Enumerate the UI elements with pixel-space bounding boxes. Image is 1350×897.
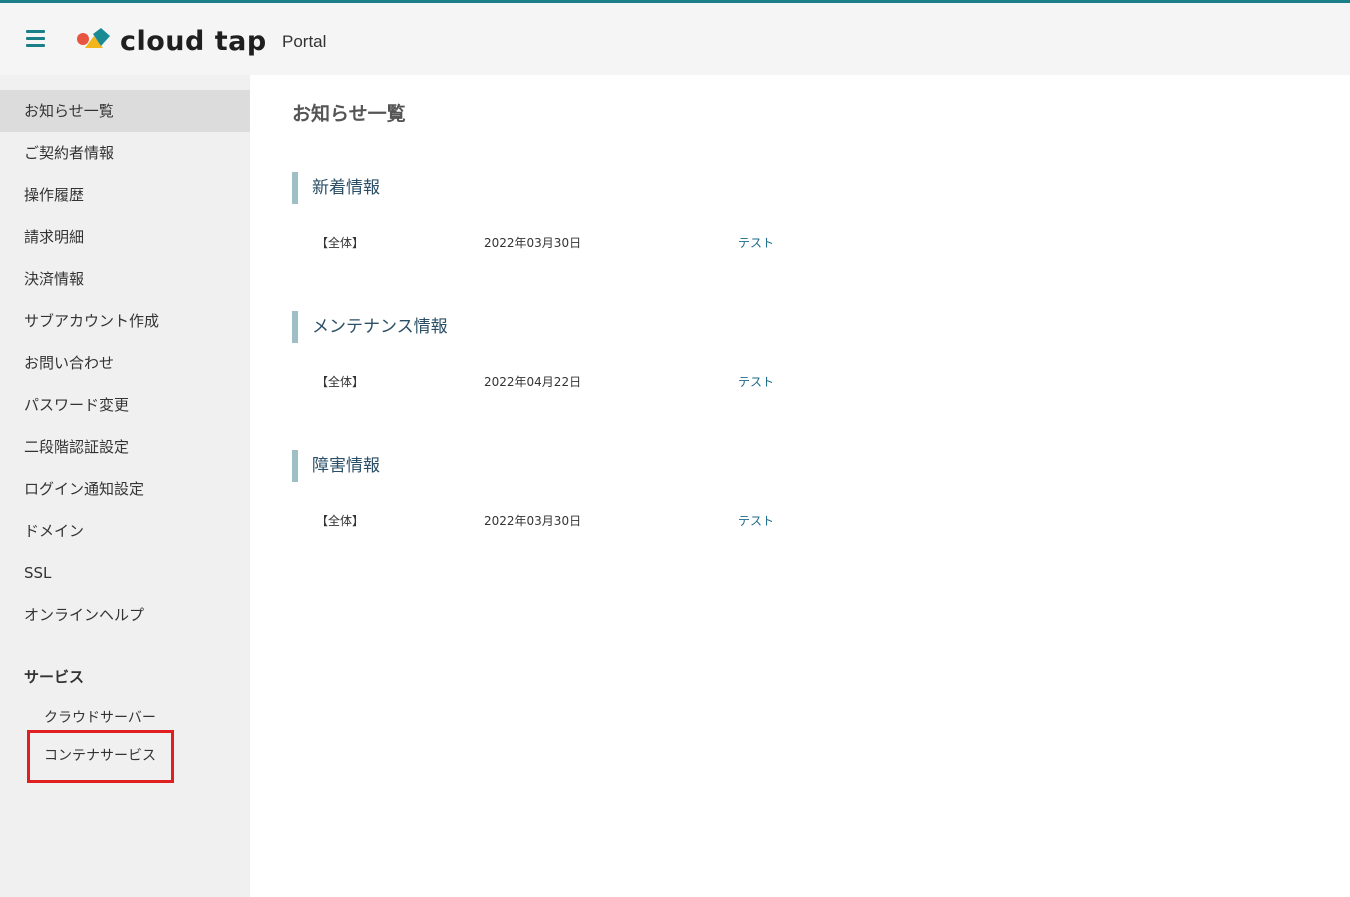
news-section-incidents: 障害情報 【全体】 2022年03月30日 テスト — [292, 450, 992, 532]
section-heading: メンテナンス情報 — [292, 311, 992, 343]
news-category: 【全体】 — [316, 375, 365, 389]
news-row: 【全体】 2022年03月30日 テスト — [292, 512, 992, 532]
news-link[interactable]: テスト — [738, 512, 774, 529]
news-date: 2022年03月30日 — [484, 236, 582, 250]
hamburger-menu-icon[interactable] — [26, 30, 46, 48]
news-category: 【全体】 — [316, 236, 365, 250]
sidebar-item-contact[interactable]: お問い合わせ — [0, 342, 250, 384]
page-title: お知らせ一覧 — [292, 103, 406, 125]
app-header: cloud tap Portal — [0, 3, 1350, 75]
section-heading: 障害情報 — [292, 450, 992, 482]
news-section-new: 新着情報 【全体】 2022年03月30日 テスト — [292, 172, 992, 254]
sidebar-item-billing[interactable]: 請求明細 — [0, 216, 250, 258]
news-date: 2022年04月22日 — [484, 375, 582, 389]
sidebar-item-ssl[interactable]: SSL — [0, 552, 250, 594]
main-content: お知らせ一覧 新着情報 【全体】 2022年03月30日 テスト メンテナンス情… — [250, 75, 1350, 897]
news-category: 【全体】 — [316, 514, 365, 528]
sidebar-item-online-help[interactable]: オンラインヘルプ — [0, 594, 250, 636]
logo[interactable]: cloud tap — [76, 23, 267, 59]
sidebar: お知らせ一覧 ご契約者情報 操作履歴 請求明細 決済情報 サブアカウント作成 お… — [0, 75, 250, 897]
news-date: 2022年03月30日 — [484, 514, 582, 528]
section-heading: 新着情報 — [292, 172, 992, 204]
highlight-box — [27, 730, 174, 783]
sidebar-item-domain[interactable]: ドメイン — [0, 510, 250, 552]
sidebar-item-operation-history[interactable]: 操作履歴 — [0, 174, 250, 216]
sidebar-item-two-factor[interactable]: 二段階認証設定 — [0, 426, 250, 468]
news-link[interactable]: テスト — [738, 234, 774, 251]
services-heading: サービス — [24, 668, 85, 686]
news-row: 【全体】 2022年04月22日 テスト — [292, 373, 992, 393]
sidebar-item-subaccount[interactable]: サブアカウント作成 — [0, 300, 250, 342]
sidebar-item-contract-info[interactable]: ご契約者情報 — [0, 132, 250, 174]
sidebar-item-password[interactable]: パスワード変更 — [0, 384, 250, 426]
sidebar-item-payment[interactable]: 決済情報 — [0, 258, 250, 300]
news-section-maintenance: メンテナンス情報 【全体】 2022年04月22日 テスト — [292, 311, 992, 393]
brand-name: cloud tap — [120, 25, 267, 57]
sidebar-item-login-notification[interactable]: ログイン通知設定 — [0, 468, 250, 510]
sidebar-item-notices[interactable]: お知らせ一覧 — [0, 90, 250, 132]
news-link[interactable]: テスト — [738, 373, 774, 390]
portal-label: Portal — [282, 32, 327, 51]
news-row: 【全体】 2022年03月30日 テスト — [292, 234, 992, 254]
cloud-tap-logo-icon — [77, 28, 110, 48]
service-item-cloud-server[interactable]: クラウドサーバー — [44, 707, 156, 727]
